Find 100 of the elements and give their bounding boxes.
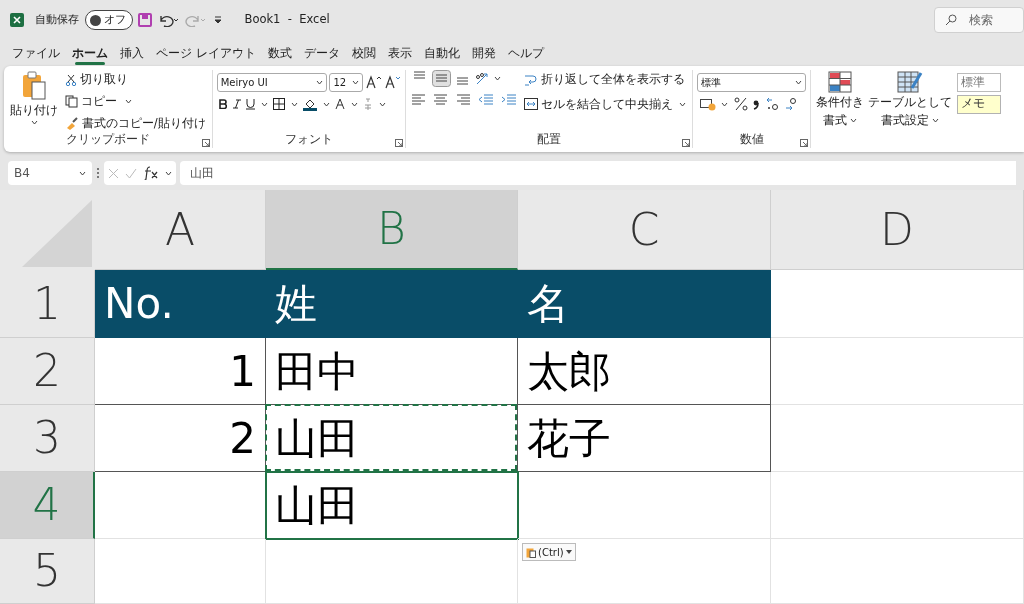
autosave-label: 自動保存 bbox=[35, 11, 79, 28]
table-cell: 山田 bbox=[266, 405, 518, 472]
row-header[interactable]: 1 bbox=[0, 270, 95, 338]
dialog-launcher-icon[interactable] bbox=[394, 139, 403, 147]
italic-icon[interactable] bbox=[232, 99, 241, 110]
chevron-down-icon[interactable] bbox=[378, 101, 386, 107]
ribbon-tab[interactable]: ファイル bbox=[6, 40, 66, 66]
chevron-down-icon[interactable] bbox=[260, 101, 268, 107]
number-format-dropdown[interactable]: 標準 bbox=[697, 72, 807, 92]
dialog-launcher-icon[interactable] bbox=[201, 139, 210, 147]
column-header[interactable]: D bbox=[771, 190, 1024, 270]
ribbon-tab[interactable]: 開発 bbox=[465, 40, 502, 66]
bold-icon[interactable] bbox=[219, 99, 228, 110]
chevron-down-icon[interactable] bbox=[322, 101, 330, 107]
save-icon[interactable] bbox=[138, 13, 152, 27]
vertical-align-icon[interactable] bbox=[431, 70, 451, 87]
table-cell: 田中 bbox=[266, 338, 518, 405]
merge-center-button[interactable]: セルを結合して中央揃え bbox=[522, 94, 689, 114]
increase-decimal-icon[interactable] bbox=[764, 97, 779, 112]
spreadsheet-logo-icon bbox=[10, 13, 24, 27]
ribbon-tab[interactable]: 表示 bbox=[381, 40, 418, 66]
wrap-text-button[interactable]: 折り返して全体を表示する bbox=[522, 70, 689, 90]
chevron-down-icon[interactable] bbox=[290, 101, 298, 107]
ribbon-tab[interactable]: ページ レイアウト bbox=[150, 40, 262, 66]
paste-button[interactable]: 貼り付け bbox=[8, 70, 60, 134]
ribbon-tab[interactable]: 自動化 bbox=[417, 40, 466, 66]
group-label: 配置 bbox=[536, 131, 562, 148]
ribbon-tab[interactable]: 挿入 bbox=[114, 40, 150, 66]
dialog-launcher-icon[interactable] bbox=[682, 139, 691, 147]
clipboard-icon bbox=[526, 546, 536, 558]
search-icon bbox=[945, 14, 957, 26]
currency-format-icon[interactable] bbox=[699, 97, 716, 112]
undo-icon[interactable] bbox=[157, 13, 180, 27]
dialog-launcher-icon[interactable] bbox=[800, 139, 809, 147]
group-label: クリップボード bbox=[64, 131, 151, 148]
align-center-icon[interactable] bbox=[432, 92, 450, 107]
column-header[interactable]: A bbox=[95, 190, 266, 270]
font-color-icon[interactable] bbox=[335, 98, 346, 111]
chevron-down-icon[interactable] bbox=[315, 79, 323, 85]
align-left-icon[interactable] bbox=[409, 92, 427, 107]
search-field[interactable]: 検索 bbox=[934, 7, 1024, 33]
customize-toolbar-icon[interactable] bbox=[212, 15, 223, 25]
chevron-down-icon[interactable] bbox=[493, 76, 501, 81]
font-name-dropdown[interactable]: Meiryo UI bbox=[216, 72, 327, 92]
font-size-dropdown[interactable]: 12 bbox=[329, 72, 364, 92]
autosave-toggle[interactable]: オフ bbox=[84, 10, 133, 30]
cell-style-tile[interactable]: メモ bbox=[956, 94, 1001, 114]
format-as-table-button[interactable]: テーブルとして 書式設定 bbox=[865, 70, 954, 152]
chevron-down-icon[interactable] bbox=[79, 170, 86, 176]
chevron-down-icon[interactable] bbox=[721, 101, 729, 107]
format-painter-button[interactable]: 書式のコピー/貼り付け bbox=[62, 114, 208, 134]
table-cell: 花子 bbox=[518, 405, 771, 472]
cell-style-tile[interactable]: 標準 bbox=[956, 72, 1001, 92]
row-header[interactable]: 4 bbox=[0, 472, 95, 539]
group-label: フォント bbox=[283, 131, 334, 148]
table-with-brush-icon bbox=[896, 71, 923, 93]
scissors-icon bbox=[64, 73, 77, 86]
decrease-font-size-icon[interactable] bbox=[384, 75, 401, 90]
chevron-down-icon[interactable] bbox=[849, 118, 857, 124]
column-header[interactable]: C bbox=[518, 190, 771, 270]
percent-icon[interactable] bbox=[733, 97, 748, 112]
chevron-down-icon[interactable] bbox=[352, 79, 360, 85]
paste-options-button[interactable]: (Ctrl) bbox=[522, 543, 576, 561]
ribbon-tab[interactable]: ホーム bbox=[66, 40, 114, 66]
column-header[interactable]: B bbox=[266, 190, 518, 270]
ribbon-tab[interactable]: データ bbox=[297, 40, 346, 66]
chevron-down-icon[interactable] bbox=[795, 79, 803, 85]
more-options-icon[interactable] bbox=[96, 167, 100, 179]
table-cell: 2 bbox=[95, 405, 266, 472]
decrease-decimal-icon[interactable] bbox=[784, 97, 799, 112]
cut-button[interactable]: 切り取り bbox=[62, 70, 208, 90]
name-box[interactable]: B4 bbox=[8, 161, 92, 185]
chevron-down-icon[interactable] bbox=[679, 101, 687, 107]
formula-input[interactable]: 山田 bbox=[180, 161, 1016, 185]
underline-icon[interactable] bbox=[246, 98, 256, 111]
caret-icon bbox=[565, 550, 572, 554]
chevron-down-icon[interactable] bbox=[931, 118, 939, 124]
row-header[interactable]: 3 bbox=[0, 405, 95, 472]
conditional-formatting-button[interactable]: 条件付き 書式 bbox=[813, 70, 866, 152]
increase-font-size-icon[interactable] bbox=[366, 75, 383, 90]
window-title: Book1 - Excel bbox=[244, 11, 330, 29]
conditional-formatting-icon bbox=[827, 71, 852, 93]
chevron-down-icon[interactable] bbox=[125, 99, 133, 104]
chevron-down-icon[interactable] bbox=[165, 170, 172, 176]
fill-color-icon[interactable] bbox=[303, 97, 318, 112]
ribbon-tab[interactable]: 校閲 bbox=[345, 40, 382, 66]
row-header[interactable]: 5 bbox=[0, 539, 95, 604]
ribbon-tab[interactable]: 数式 bbox=[261, 40, 298, 66]
table-cell: 1 bbox=[95, 338, 266, 405]
ribbon-tab[interactable]: ヘルプ bbox=[501, 40, 550, 66]
borders-icon[interactable] bbox=[273, 98, 286, 111]
chevron-down-icon[interactable] bbox=[30, 120, 38, 126]
insert-function-icon[interactable] bbox=[143, 166, 159, 180]
align-right-icon[interactable] bbox=[454, 92, 472, 107]
row-header[interactable]: 2 bbox=[0, 338, 95, 405]
comma-style-icon[interactable] bbox=[753, 98, 760, 111]
copy-icon bbox=[64, 95, 78, 109]
copy-button[interactable]: コピー bbox=[62, 92, 208, 112]
clipboard-icon bbox=[21, 71, 47, 101]
chevron-down-icon[interactable] bbox=[350, 101, 358, 107]
